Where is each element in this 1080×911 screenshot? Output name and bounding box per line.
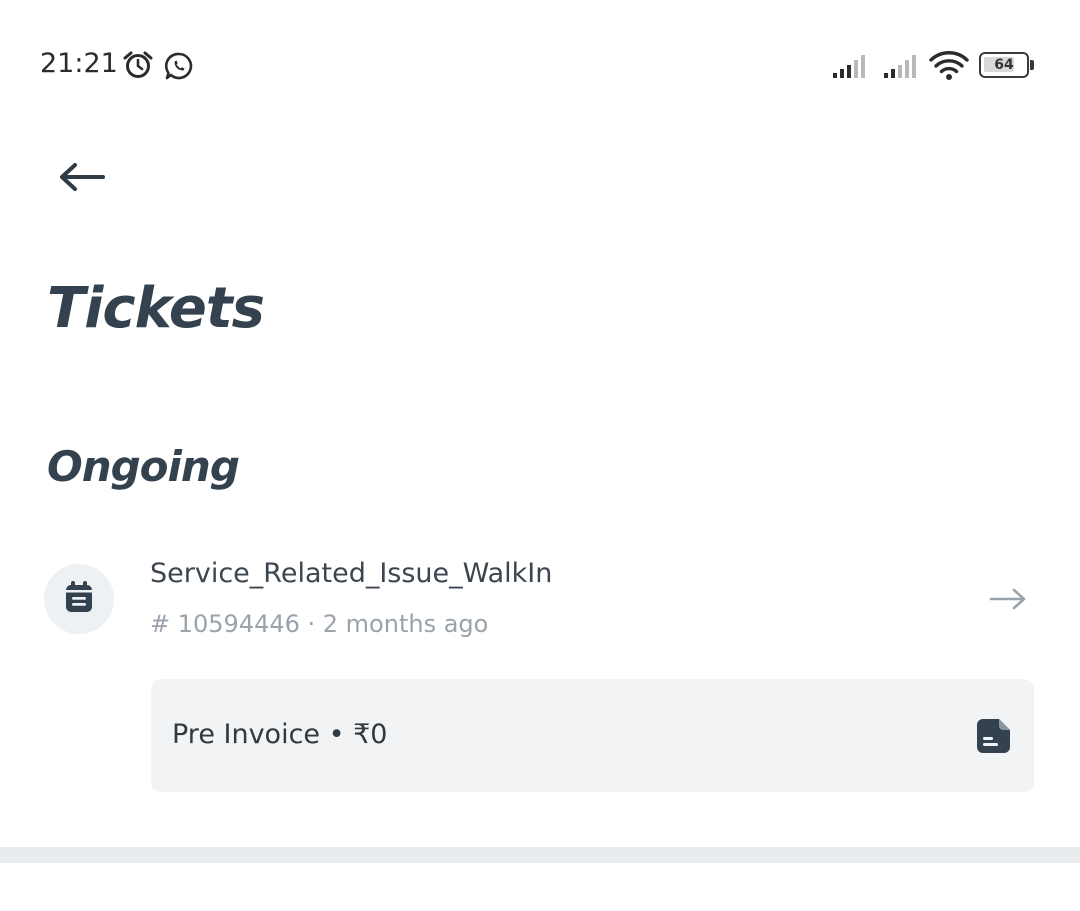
back-button[interactable] <box>50 150 114 208</box>
arrow-left-icon <box>57 161 107 197</box>
section-divider <box>0 847 1080 863</box>
signal-icon <box>832 53 872 83</box>
ticket-title: Service_Related_Issue_WalkIn <box>150 558 553 589</box>
battery-icon: 64 <box>979 52 1035 78</box>
invoice-label: Pre Invoice • ₹0 <box>172 719 388 750</box>
status-bar: 21:21 64 <box>0 0 1080 130</box>
battery-level: 64 <box>994 57 1014 73</box>
status-time: 21:21 <box>40 48 118 79</box>
tickets-screen: 21:21 64 Tickets Ongoing Service_Related… <box>0 0 1080 911</box>
ticket-meta: # 10594446 · 2 months ago <box>150 610 489 638</box>
pre-invoice-card[interactable]: Pre Invoice • ₹0 <box>151 679 1034 792</box>
document-icon[interactable] <box>974 716 1014 756</box>
whatsapp-icon <box>164 51 194 85</box>
page-title: Tickets <box>47 276 265 341</box>
wifi-icon <box>929 49 969 85</box>
signal-icon <box>883 53 923 83</box>
section-title-ongoing: Ongoing <box>47 442 240 491</box>
ticket-avatar <box>44 564 114 634</box>
calendar-icon <box>62 579 96 619</box>
ticket-row[interactable]: Service_Related_Issue_WalkIn # 10594446 … <box>40 548 1040 658</box>
alarm-icon <box>122 50 154 84</box>
arrow-right-icon[interactable] <box>988 584 1028 614</box>
